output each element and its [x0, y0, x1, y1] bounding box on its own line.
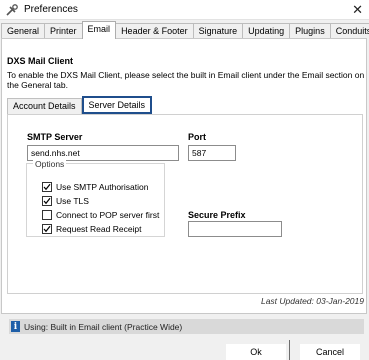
- window-title: Preferences: [24, 4, 78, 15]
- port-label: Port: [188, 132, 206, 142]
- option-pop-first[interactable]: Connect to POP server first: [42, 210, 159, 220]
- smtp-server-label: SMTP Server: [27, 132, 83, 142]
- cancel-button[interactable]: Cancel: [300, 344, 360, 360]
- option-label: Use SMTP Authorisation: [56, 182, 149, 192]
- tab-email[interactable]: Email: [81, 21, 117, 39]
- last-updated: Last Updated: 03-Jan-2019: [260, 296, 364, 306]
- checkbox-unchecked[interactable]: [42, 210, 52, 220]
- tab-plugins[interactable]: Plugins: [289, 23, 331, 39]
- preferences-icon: [4, 2, 20, 18]
- status-text: Using: Built in Email client (Practice W…: [24, 321, 183, 332]
- option-label: Request Read Receipt: [56, 224, 142, 234]
- checkbox-checked[interactable]: [42, 182, 52, 192]
- tab-header-footer[interactable]: Header & Footer: [115, 23, 194, 39]
- sub-tabs: Account Details Server Details: [7, 96, 153, 114]
- title-bar: Preferences ✕: [0, 0, 369, 20]
- main-tabs: General Printer Email Header & Footer Si…: [0, 21, 369, 39]
- tab-conduits[interactable]: Conduits: [329, 23, 369, 39]
- option-read-receipt[interactable]: Request Read Receipt: [42, 224, 142, 234]
- button-divider: [289, 340, 290, 360]
- option-use-tls[interactable]: Use TLS: [42, 196, 89, 206]
- option-label: Connect to POP server first: [56, 210, 160, 220]
- checkbox-checked[interactable]: [42, 196, 52, 206]
- tab-printer[interactable]: Printer: [44, 23, 83, 39]
- tab-signature[interactable]: Signature: [192, 23, 244, 39]
- secure-prefix-label: Secure Prefix: [188, 210, 246, 220]
- section-description: To enable the DXS Mail Client, please se…: [7, 70, 365, 90]
- section-title: DXS Mail Client: [7, 56, 74, 66]
- options-legend: Options: [33, 159, 67, 169]
- checkbox-checked[interactable]: [42, 224, 52, 234]
- info-icon: i: [11, 321, 20, 332]
- status-bar: i Using: Built in Email client (Practice…: [9, 319, 364, 334]
- option-smtp-auth[interactable]: Use SMTP Authorisation: [42, 182, 148, 192]
- option-label: Use TLS: [56, 196, 89, 206]
- tab-account-details[interactable]: Account Details: [7, 98, 82, 114]
- secure-prefix-input[interactable]: [188, 221, 282, 237]
- tab-updating[interactable]: Updating: [242, 23, 291, 39]
- ok-button[interactable]: Ok: [226, 344, 286, 360]
- tab-general[interactable]: General: [1, 23, 46, 39]
- tab-server-details[interactable]: Server Details: [81, 96, 153, 114]
- close-icon[interactable]: ✕: [352, 2, 363, 18]
- port-input[interactable]: [188, 145, 236, 161]
